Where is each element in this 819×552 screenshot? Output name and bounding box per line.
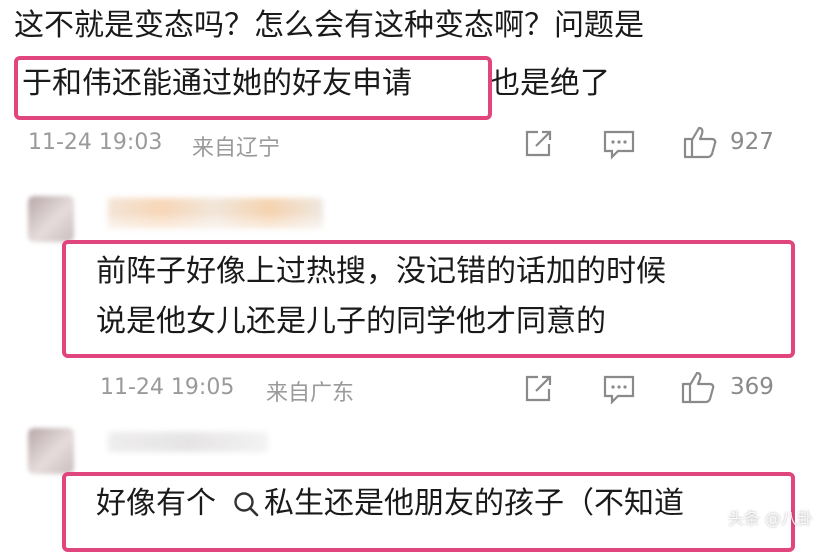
watermark: 头条 @八卦 <box>727 509 813 528</box>
comment-1-line-2-tail: 也是绝了 <box>490 66 610 101</box>
comment-2-line-1: 前阵子好像上过热搜，没记错的话加的时候 <box>96 254 666 289</box>
comment-3-line-1-tail: 私生还是他朋友的孩子（不知道 <box>264 486 684 521</box>
comment-1-line-1: 这不就是变态吗？怎么会有这种变态啊？问题是 <box>14 8 644 43</box>
comment-2-like-count: 369 <box>730 374 774 400</box>
highlight-box-1 <box>14 56 492 120</box>
comment-icon[interactable] <box>602 373 636 405</box>
comment-1-time: 11-24 19:03 <box>28 130 163 155</box>
comment-2-line-2: 说是他女儿还是儿子的同学他才同意的 <box>96 304 606 339</box>
comment-1-like-count: 927 <box>730 129 774 155</box>
username-blurred-2 <box>108 214 323 228</box>
comment-2-time: 11-24 19:05 <box>100 375 235 400</box>
comment-1-location: 来自辽宁 <box>192 136 281 161</box>
share-icon[interactable] <box>522 373 554 405</box>
search-icon[interactable] <box>232 490 260 518</box>
thumbs-up-icon[interactable] <box>680 369 718 405</box>
thumbs-up-icon[interactable] <box>682 124 720 160</box>
comment-2-location: 来自广东 <box>266 381 355 406</box>
avatar[interactable] <box>28 196 74 242</box>
username-blurred[interactable] <box>108 432 268 452</box>
avatar[interactable] <box>28 428 74 474</box>
comment-3-line-1: 好像有个 <box>96 486 216 521</box>
share-icon[interactable] <box>522 128 554 160</box>
comment-icon[interactable] <box>602 128 636 160</box>
